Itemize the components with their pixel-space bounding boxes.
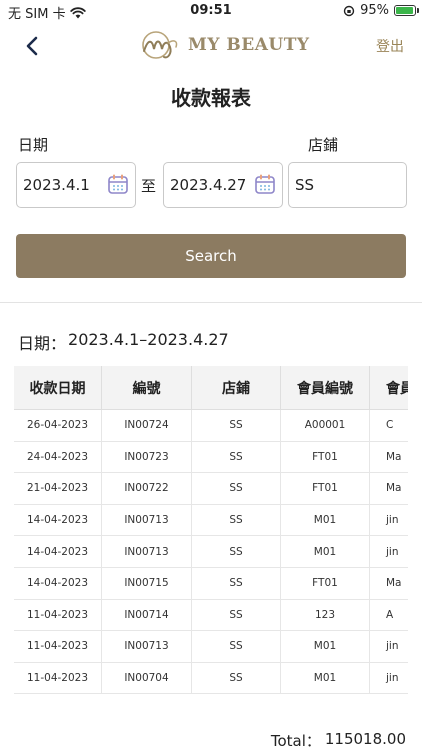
table-cell: IN00704: [102, 662, 192, 695]
table-cell: 11-04-2023: [14, 631, 102, 663]
table-cell: IN00713: [102, 504, 192, 537]
battery-percent: 95%: [360, 3, 389, 18]
divider: [0, 302, 422, 303]
shop-value: SS: [295, 176, 315, 194]
calendar-icon[interactable]: [107, 173, 129, 195]
table-cell: IN00723: [102, 441, 192, 474]
table-cell: 11-04-2023: [14, 599, 102, 632]
table-cell: C: [370, 410, 408, 442]
table-cell: FT01: [281, 473, 370, 505]
nav-bar: MY BEAUTY 登出: [0, 22, 422, 68]
table-cell: 14-04-2023: [14, 536, 102, 568]
table-cell: SS: [192, 599, 281, 632]
brand-logo: MY BEAUTY: [138, 29, 310, 61]
logo-text: MY BEAUTY: [188, 35, 310, 55]
table-header-cell: 會員: [370, 366, 408, 410]
range-label: 日期：: [18, 334, 67, 353]
table-cell: SS: [192, 567, 281, 600]
table-cell: Ma: [370, 473, 408, 505]
orientation-lock-icon: [343, 5, 355, 16]
date-to-value: 2023.4.27: [170, 176, 247, 194]
table-cell: IN00713: [102, 631, 192, 663]
table-cell: jin: [370, 536, 408, 568]
table-cell: jin: [370, 505, 408, 537]
status-bar: 无 SIM 卡 09:51 95%: [0, 0, 422, 22]
status-right: 95%: [343, 3, 419, 18]
table-cell: 123: [281, 599, 370, 632]
logout-button[interactable]: 登出: [376, 36, 404, 56]
battery-icon: [394, 5, 419, 16]
date-to-field[interactable]: 2023.4.27: [163, 162, 283, 208]
table-cell: A: [370, 600, 408, 632]
table-cell: SS: [192, 410, 281, 442]
shop-label: 店鋪: [308, 136, 339, 154]
table-cell: IN00722: [102, 473, 192, 505]
table-cell: IN00724: [102, 410, 192, 442]
total-summary: Total： 115018.00: [271, 730, 406, 750]
date-range-summary: 日期： 2023.4.1–2023.4.27: [18, 330, 229, 354]
table-cell: 14-04-2023: [14, 504, 102, 537]
table-cell: SS: [192, 631, 281, 663]
back-arrow-icon: [26, 36, 38, 56]
table-cell: A00001: [281, 410, 370, 442]
table-cell: SS: [192, 536, 281, 568]
table-cell: IN00713: [102, 536, 192, 568]
date-label: 日期: [18, 136, 49, 154]
range-value: 2023.4.1–2023.4.27: [68, 330, 229, 349]
total-value: 115018.00: [324, 730, 406, 748]
total-label: Total：: [270, 732, 321, 750]
logo-mark-icon: [142, 31, 178, 59]
table-cell: SS: [192, 473, 281, 505]
table-cell: M01: [281, 536, 370, 568]
table-cell: 24-04-2023: [14, 441, 102, 474]
report-table[interactable]: 收款日期編號店鋪會員編號會員26-04-2023IN00724SSA00001C…: [14, 366, 408, 700]
table-cell: 14-04-2023: [14, 567, 102, 600]
page-title: 收款報表: [171, 86, 251, 110]
back-button[interactable]: [18, 32, 46, 60]
table-cell: SS: [192, 441, 281, 474]
table-cell: FT01: [281, 567, 370, 600]
table-cell: jin: [370, 631, 408, 663]
table-cell: M01: [281, 631, 370, 663]
table-cell: Ma: [370, 568, 408, 600]
table-cell: 11-04-2023: [14, 662, 102, 695]
to-label: 至: [141, 177, 157, 195]
table-cell: M01: [281, 662, 370, 695]
table-header-cell: 店鋪: [192, 366, 281, 410]
table-cell: IN00714: [102, 599, 192, 632]
table-cell: FT01: [281, 441, 370, 474]
date-from-field[interactable]: 2023.4.1: [16, 162, 136, 208]
table-header-cell: 會員編號: [281, 366, 370, 410]
search-button[interactable]: Search: [16, 234, 406, 278]
table-cell: SS: [192, 662, 281, 695]
table-cell: jin: [370, 663, 408, 695]
report-table-grid: 收款日期編號店鋪會員編號會員26-04-2023IN00724SSA00001C…: [14, 366, 408, 695]
date-from-value: 2023.4.1: [23, 176, 90, 194]
battery-fill: [396, 7, 414, 14]
table-cell: SS: [192, 504, 281, 537]
table-cell: Ma: [370, 442, 408, 474]
shop-field[interactable]: SS: [288, 162, 407, 208]
table-cell: IN00715: [102, 567, 192, 600]
table-cell: 26-04-2023: [14, 410, 102, 442]
table-cell: 21-04-2023: [14, 473, 102, 505]
table-header-cell: 編號: [102, 366, 192, 410]
table-header-cell: 收款日期: [14, 366, 102, 410]
calendar-icon[interactable]: [254, 173, 276, 195]
table-cell: M01: [281, 504, 370, 537]
